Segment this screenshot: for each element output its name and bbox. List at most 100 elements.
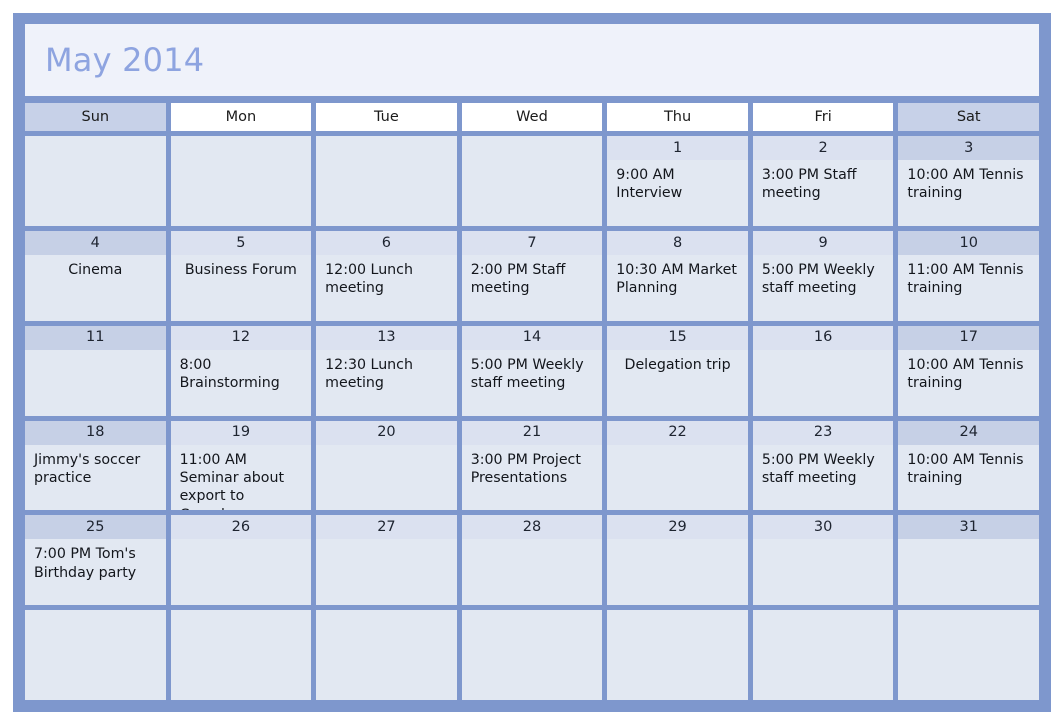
day-cell-16[interactable]: 16	[752, 325, 894, 416]
day-cell-empty[interactable]	[25, 610, 166, 700]
day-cell-14[interactable]: 14 5:00 PM Weekly staff meeting	[461, 325, 603, 416]
date-number: 4	[25, 230, 166, 255]
event-item[interactable]: Business Forum	[180, 261, 303, 279]
event-list: Business Forum	[171, 255, 312, 321]
event-list	[316, 445, 457, 511]
day-cell-22[interactable]: 22	[607, 420, 748, 511]
event-item[interactable]: 3:00 PM Project Presentations	[471, 451, 594, 488]
calendar-title-bar: May 2014	[25, 24, 1039, 96]
event-item[interactable]: 5:00 PM Weekly staff meeting	[762, 451, 885, 488]
event-list	[171, 539, 312, 605]
day-cell-empty[interactable]	[461, 136, 603, 226]
day-cell-27[interactable]: 27	[316, 515, 457, 606]
event-list	[607, 539, 748, 605]
date-number: 8	[607, 230, 748, 255]
event-list: 2:00 PM Staff meeting	[462, 255, 603, 321]
day-cell-29[interactable]: 29	[607, 515, 748, 606]
day-cell-6[interactable]: 6 12:00 Lunch meeting	[316, 230, 457, 321]
day-cell-empty[interactable]	[607, 610, 748, 700]
day-cell-26[interactable]: 26	[170, 515, 312, 606]
day-cell-2[interactable]: 2 3:00 PM Staff meeting	[752, 136, 894, 226]
event-item[interactable]: 2:00 PM Staff meeting	[471, 261, 594, 298]
day-cell-empty[interactable]	[752, 610, 894, 700]
day-cell-17[interactable]: 17 10:00 AM Tennis training	[898, 325, 1039, 416]
event-list: 5:00 PM Weekly staff meeting	[753, 255, 894, 321]
date-number: 26	[170, 515, 312, 540]
day-cell-9[interactable]: 9 5:00 PM Weekly staff meeting	[752, 230, 894, 321]
event-item[interactable]: 3:00 PM Staff meeting	[762, 166, 885, 203]
event-item[interactable]: 10:00 AM Tennis training	[907, 356, 1030, 393]
day-cell-empty[interactable]	[316, 136, 457, 226]
event-list: 10:00 AM Tennis training	[898, 350, 1039, 416]
day-cell-4[interactable]: 4 Cinema	[25, 230, 166, 321]
event-item[interactable]: Cinema	[34, 261, 157, 279]
date-number: 19	[170, 420, 312, 445]
day-cell-10[interactable]: 10 11:00 AM Tennis training	[898, 230, 1039, 321]
day-cell-7[interactable]: 7 2:00 PM Staff meeting	[461, 230, 603, 321]
date-number: 16	[752, 325, 894, 350]
event-item[interactable]: Delegation trip	[616, 356, 739, 374]
day-cell-31[interactable]: 31	[898, 515, 1039, 606]
event-item[interactable]: 11:00 AM Seminar about export to Canada	[180, 451, 303, 511]
day-cell-13[interactable]: 13 12:30 Lunch meeting	[316, 325, 457, 416]
day-cell-19[interactable]: 19 11:00 AM Seminar about export to Canad…	[170, 420, 312, 511]
event-item[interactable]: 5:00 PM Weekly staff meeting	[762, 261, 885, 298]
event-item[interactable]: 7:00 PM Tom's Birthday party	[34, 545, 157, 582]
event-item[interactable]: 11:00 AM Tennis training	[907, 261, 1030, 298]
date-number: 1	[607, 136, 748, 160]
event-list: Delegation trip	[607, 350, 748, 416]
event-list	[462, 539, 603, 605]
day-cell-18[interactable]: 18 Jimmy's soccer practice	[25, 420, 166, 511]
day-cell-11[interactable]: 11	[25, 325, 166, 416]
event-item[interactable]: 8:00 Brainstorming	[180, 356, 303, 393]
date-number: 3	[898, 136, 1039, 160]
event-list	[607, 445, 748, 511]
event-item[interactable]: 12:30 Lunch meeting	[325, 356, 448, 393]
day-cell-empty[interactable]	[898, 610, 1039, 700]
weekday-header-thu: Thu	[607, 103, 748, 131]
event-list: Jimmy's soccer practice	[25, 445, 166, 511]
date-number: 23	[752, 420, 894, 445]
day-cell-empty[interactable]	[461, 610, 603, 700]
day-cell-25[interactable]: 25 7:00 PM Tom's Birthday party	[25, 515, 166, 606]
date-number: 29	[607, 515, 748, 540]
event-item[interactable]: 9:00 AM Interview	[616, 166, 739, 203]
event-list	[898, 539, 1039, 605]
day-cell-15[interactable]: 15 Delegation trip	[607, 325, 748, 416]
event-item[interactable]: Jimmy's soccer practice	[34, 451, 157, 488]
weekday-header-mon: Mon	[170, 103, 312, 131]
weekday-header-sat: Sat	[898, 103, 1039, 131]
day-cell-3[interactable]: 3 10:00 AM Tennis training	[898, 136, 1039, 226]
event-list	[607, 610, 748, 700]
day-cell-24[interactable]: 24 10:00 AM Tennis training	[898, 420, 1039, 511]
day-cell-12[interactable]: 12 8:00 Brainstorming	[170, 325, 312, 416]
day-cell-5[interactable]: 5 Business Forum	[170, 230, 312, 321]
event-list: 10:00 AM Tennis training	[898, 160, 1039, 226]
event-item[interactable]: 10:30 AM Market Planning	[616, 261, 739, 298]
day-cell-30[interactable]: 30	[752, 515, 894, 606]
event-list: 11:00 AM Tennis training	[898, 255, 1039, 321]
event-item[interactable]: 10:00 AM Tennis training	[907, 451, 1030, 488]
day-cell-21[interactable]: 21 3:00 PM Project Presentations	[461, 420, 603, 511]
event-item[interactable]: 12:00 Lunch meeting	[325, 261, 448, 298]
day-cell-1[interactable]: 1 9:00 AM Interview	[607, 136, 748, 226]
event-list: 12:30 Lunch meeting	[316, 350, 457, 416]
event-list	[462, 136, 603, 226]
day-cell-empty[interactable]	[170, 610, 312, 700]
day-cell-empty[interactable]	[170, 136, 312, 226]
day-cell-8[interactable]: 8 10:30 AM Market Planning	[607, 230, 748, 321]
date-number: 31	[898, 515, 1039, 540]
date-number: 17	[898, 325, 1039, 350]
weekday-header-fri: Fri	[752, 103, 894, 131]
event-list: 3:00 PM Project Presentations	[462, 445, 603, 511]
day-cell-28[interactable]: 28	[461, 515, 603, 606]
date-number: 7	[461, 230, 603, 255]
day-cell-empty[interactable]	[25, 136, 166, 226]
event-list: 8:00 Brainstorming	[171, 350, 312, 416]
day-cell-empty[interactable]	[316, 610, 457, 700]
day-cell-23[interactable]: 23 5:00 PM Weekly staff meeting	[752, 420, 894, 511]
date-number: 15	[607, 325, 748, 350]
event-item[interactable]: 10:00 AM Tennis training	[907, 166, 1030, 203]
day-cell-20[interactable]: 20	[316, 420, 457, 511]
event-item[interactable]: 5:00 PM Weekly staff meeting	[471, 356, 594, 393]
